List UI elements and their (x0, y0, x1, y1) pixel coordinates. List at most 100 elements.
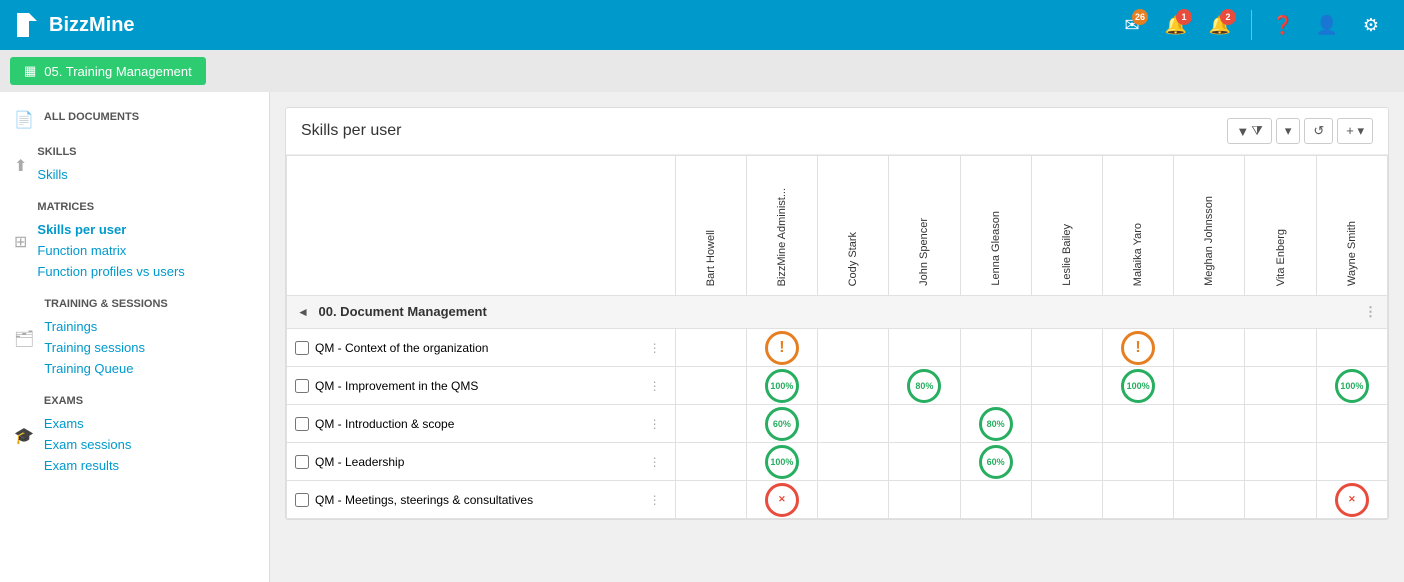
header: BizzMine ✉ 26 🔔 1 🔔 2 ❓ 👤 ⚙ (0, 0, 1404, 50)
sidebar-item-training-queue[interactable]: Training Queue (44, 358, 167, 379)
row-options-icon[interactable]: ⋮ (649, 417, 667, 431)
col-meghan-johnsson: Meghan Johnsson (1174, 156, 1245, 296)
row-checkbox-context[interactable] (295, 341, 309, 355)
panel-header: Skills per user ▼ ⧩ ▾ ↺ + ▾ (286, 108, 1388, 155)
matrix-icon: ⊞ (14, 232, 27, 252)
sidebar-item-exams[interactable]: Exams (44, 413, 131, 434)
progress-80-john: 80% (907, 369, 941, 403)
sidebar-item-function-profiles[interactable]: Function profiles vs users (37, 261, 184, 282)
row-checkbox-meetings[interactable] (295, 493, 309, 507)
logo: BizzMine (15, 11, 135, 39)
cell-meetings-bizzmine[interactable]: ✕ (746, 481, 817, 519)
help-button[interactable]: ❓ (1265, 7, 1301, 43)
document-icon: 📄 (14, 110, 34, 130)
error-badge-bizzmine: ✕ (765, 483, 799, 517)
panel-tools: ▼ ⧩ ▾ ↺ + ▾ (1227, 118, 1373, 144)
cell-meetings-lenna (960, 481, 1031, 519)
filter-down-button[interactable]: ▾ (1276, 118, 1301, 144)
sidebar-item-exam-sessions[interactable]: Exam sessions (44, 434, 131, 455)
skill-name-leadership: QM - Leadership ⋮ (287, 443, 676, 481)
filter-icon: ▼ (1236, 124, 1249, 139)
cell-intro-cody (818, 405, 889, 443)
row-options-icon[interactable]: ⋮ (649, 341, 667, 355)
skills-panel: Skills per user ▼ ⧩ ▾ ↺ + ▾ (285, 107, 1389, 520)
cell-meetings-wayne[interactable]: ✕ (1316, 481, 1387, 519)
row-options-icon[interactable]: ⋮ (649, 379, 667, 393)
row-options-icon[interactable]: ⋮ (649, 455, 667, 469)
cell-context-malaika[interactable]: ! (1102, 329, 1173, 367)
settings-button[interactable]: ⚙ (1353, 7, 1389, 43)
cell-meetings-john (889, 481, 960, 519)
section-arrow-icon: ◄ (297, 305, 309, 319)
cell-improvement-bizzmine[interactable]: 100% (746, 367, 817, 405)
cell-improvement-wayne[interactable]: 100% (1316, 367, 1387, 405)
sidebar-alldocs-title: ALL DOCUMENTS (44, 111, 139, 123)
sidebar-item-skills-per-user[interactable]: Skills per user (37, 219, 184, 240)
cell-intro-bizzmine[interactable]: 60% (746, 405, 817, 443)
cell-leadership-lenna[interactable]: 60% (960, 443, 1031, 481)
progress-100-wayne: 100% (1335, 369, 1369, 403)
section-options-icon[interactable]: ⋮ (1364, 304, 1377, 320)
col-wayne-smith: Wayne Smith (1316, 156, 1387, 296)
row-options-icon[interactable]: ⋮ (649, 493, 667, 507)
cell-intro-lenna[interactable]: 80% (960, 405, 1031, 443)
sidebar-alldocs-row: 📄 ALL DOCUMENTS (0, 102, 269, 138)
module-tab[interactable]: ▦ 05. Training Management (10, 57, 206, 85)
warning-badge-malaika: ! (1121, 331, 1155, 365)
main-content: Skills per user ▼ ⧩ ▾ ↺ + ▾ (270, 92, 1404, 582)
bell-button[interactable]: 🔔 1 (1158, 7, 1194, 43)
table-row: QM - Context of the organization ⋮ ! (287, 329, 1388, 367)
training-icon: 🗂 (14, 329, 34, 349)
sidebar-item-exam-results[interactable]: Exam results (44, 455, 131, 476)
alert-badge: 2 (1220, 9, 1236, 25)
header-right: ✉ 26 🔔 1 🔔 2 ❓ 👤 ⚙ (1114, 7, 1389, 43)
user-button[interactable]: 👤 (1309, 7, 1345, 43)
cell-leadership-bizzmine[interactable]: 100% (746, 443, 817, 481)
cell-context-leslie (1031, 329, 1102, 367)
cell-improvement-john[interactable]: 80% (889, 367, 960, 405)
sidebar-training-row: 🗂 TRAINING & SESSIONS Trainings Training… (0, 290, 269, 387)
add-button[interactable]: + ▾ (1337, 118, 1373, 144)
sidebar-skills-title: SKILLS (37, 146, 76, 158)
cell-improvement-leslie (1031, 367, 1102, 405)
sidebar-matrices-title: MATRICES (37, 201, 184, 213)
col-malaika-yaro: Malaika Yaro (1102, 156, 1173, 296)
sidebar-item-trainings[interactable]: Trainings (44, 316, 167, 337)
sidebar-matrices-row: ⊞ MATRICES Skills per user Function matr… (0, 193, 269, 290)
cell-meetings-leslie (1031, 481, 1102, 519)
alert-button[interactable]: 🔔 2 (1202, 7, 1238, 43)
sidebar-exams-title: EXAMS (44, 395, 131, 407)
refresh-button[interactable]: ↺ (1304, 118, 1333, 144)
module-icon: ▦ (24, 63, 36, 79)
row-checkbox-leadership[interactable] (295, 455, 309, 469)
cell-meetings-bart (675, 481, 746, 519)
sidebar-item-function-matrix[interactable]: Function matrix (37, 240, 184, 261)
filter-button[interactable]: ▼ ⧩ (1227, 118, 1271, 144)
cell-meetings-vita (1245, 481, 1316, 519)
error-badge-wayne: ✕ (1335, 483, 1369, 517)
sidebar-exams-row: 🎓 EXAMS Exams Exam sessions Exam results (0, 387, 269, 484)
table-row: QM - Meetings, steerings & consultatives… (287, 481, 1388, 519)
table-header-row: Bart Howell BizzMine Administ... Cody St… (287, 156, 1388, 296)
warning-badge-bizzmine: ! (765, 331, 799, 365)
mail-button[interactable]: ✉ 26 (1114, 7, 1150, 43)
cell-improvement-vita (1245, 367, 1316, 405)
progress-100-malaika: 100% (1121, 369, 1155, 403)
sidebar-skills-row: ⬆ SKILLS Skills (0, 138, 269, 193)
progress-100-bizzmine-lead: 100% (765, 445, 799, 479)
col-john-spencer: John Spencer (889, 156, 960, 296)
col-bizzmine-admin: BizzMine Administ... (746, 156, 817, 296)
cell-intro-meghan (1174, 405, 1245, 443)
row-checkbox-improvement[interactable] (295, 379, 309, 393)
cell-context-bart (675, 329, 746, 367)
cell-improvement-malaika[interactable]: 100% (1102, 367, 1173, 405)
cell-context-bizzmine[interactable]: ! (746, 329, 817, 367)
cell-meetings-cody (818, 481, 889, 519)
sidebar-item-skills[interactable]: Skills (37, 164, 76, 185)
bell-badge: 1 (1176, 9, 1192, 25)
cell-intro-john (889, 405, 960, 443)
row-checkbox-intro[interactable] (295, 417, 309, 431)
section-doc-management: ◄ 00. Document Management ⋮ (287, 296, 1388, 329)
sidebar-item-training-sessions[interactable]: Training sessions (44, 337, 167, 358)
cell-leadership-bart (675, 443, 746, 481)
